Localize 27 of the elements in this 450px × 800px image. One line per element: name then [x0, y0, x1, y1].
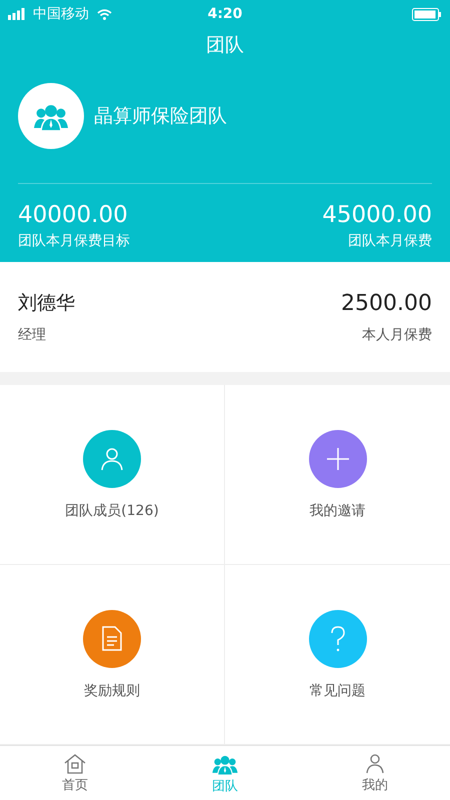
person-icon [101, 446, 123, 470]
signal-icon [8, 8, 25, 20]
document-icon [102, 626, 122, 651]
stat-value: 45000.00 [322, 202, 432, 228]
member-name: 刘德华 [18, 291, 75, 316]
page-title: 团队 [206, 33, 244, 58]
menu-label[interactable]: 团队成员(126) [65, 502, 159, 520]
tab-item[interactable]: 首页 [0, 746, 150, 800]
stat-value: 40000.00 [18, 202, 129, 228]
stat-label: 团队本月保费目标 [18, 232, 130, 250]
plus-icon [326, 448, 348, 470]
person-icon [366, 754, 384, 774]
status-time: 4:20 [208, 6, 242, 22]
tab-item[interactable]: 我的 [300, 746, 450, 800]
team-name: 晶算师保险团队 [94, 104, 227, 129]
menu-label[interactable]: 奖励规则 [84, 682, 140, 700]
home-icon [64, 754, 86, 774]
stat-label: 团队本月保费 [348, 232, 432, 250]
menu-label[interactable]: 常见问题 [310, 682, 366, 700]
premium-label: 本人月保费 [362, 326, 432, 344]
question-icon [330, 626, 344, 652]
member-premium: 2500.00 [341, 290, 432, 316]
battery-icon [412, 8, 442, 20]
wifi-icon [97, 8, 112, 20]
member-role: 经理 [18, 326, 47, 344]
carrier-name: 中国移动 [33, 5, 89, 23]
menu-label[interactable]: 我的邀请 [310, 502, 366, 520]
